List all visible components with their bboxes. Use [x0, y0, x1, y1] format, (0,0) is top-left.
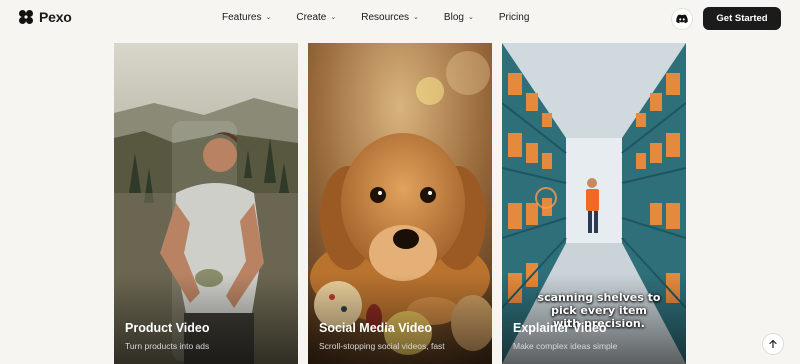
discord-icon [676, 14, 688, 24]
nav-create[interactable]: Create ⌄ [296, 12, 336, 23]
card-subtitle: Scroll-stopping social videos, fast [319, 341, 445, 351]
scroll-to-top-button[interactable] [762, 333, 784, 355]
nav-label: Features [222, 12, 262, 23]
brand-name: Pexo [39, 9, 72, 25]
nav-label: Create [296, 12, 327, 23]
chevron-down-icon: ⌄ [330, 13, 337, 21]
pexo-logo-icon [19, 10, 33, 24]
site-header: Pexo Features ⌄ Create ⌄ Resources ⌄ Blo… [0, 0, 800, 38]
card-subtitle: Turn products into ads [125, 341, 210, 351]
nav-resources[interactable]: Resources ⌄ [361, 12, 419, 23]
card-title: Social Media Video [319, 321, 433, 335]
main-nav: Features ⌄ Create ⌄ Resources ⌄ Blog ⌄ P… [222, 12, 529, 23]
nav-pricing[interactable]: Pricing [499, 12, 530, 23]
card-social-media-video[interactable]: Social Media Video Scroll-stopping socia… [308, 43, 492, 364]
card-title: Explainer Video [513, 321, 607, 335]
discord-button[interactable] [671, 8, 693, 30]
card-explainer-video[interactable]: scanning shelves to pick every item with… [502, 43, 686, 364]
card-subtitle: Make complex ideas simple [513, 341, 618, 351]
chevron-down-icon: ⌄ [467, 13, 474, 21]
get-started-button[interactable]: Get Started [703, 7, 781, 30]
chevron-down-icon: ⌄ [265, 13, 272, 21]
arrow-up-icon [769, 339, 777, 349]
nav-blog[interactable]: Blog ⌄ [444, 12, 474, 23]
nav-label: Blog [443, 12, 464, 23]
brand-logo[interactable]: Pexo [18, 9, 72, 25]
nav-features[interactable]: Features ⌄ [222, 12, 271, 23]
nav-label: Pricing [498, 12, 530, 23]
card-title: Product Video [125, 321, 210, 335]
card-product-video[interactable]: Product Video Turn products into ads [114, 43, 298, 364]
nav-label: Resources [361, 12, 410, 23]
chevron-down-icon: ⌄ [413, 13, 419, 21]
